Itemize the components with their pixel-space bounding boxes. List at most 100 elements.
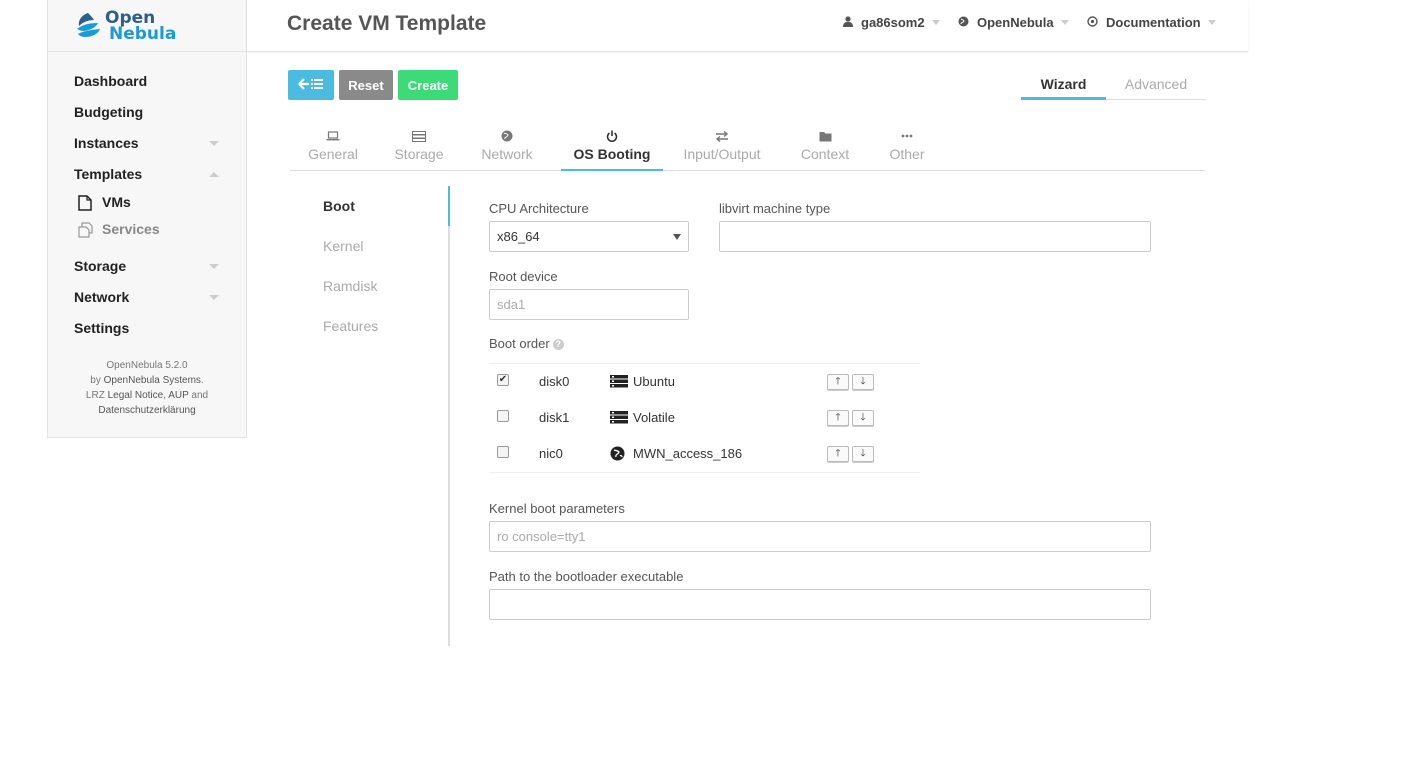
boot-checkbox-disk0[interactable]: ✔ [497, 374, 509, 386]
footer-period: . [200, 375, 204, 386]
sidebar-footer: OpenNebula 5.2.0 by OpenNebula Systems. … [48, 358, 246, 418]
boot-device-name: MWN_access_186 [610, 446, 742, 461]
boot-checkbox-nic0[interactable] [497, 446, 509, 458]
move-up-button[interactable]: 🡑 [827, 446, 849, 462]
top-header: Create VM Template ga86som2 OpenNebula D… [247, 0, 1248, 52]
tab-general[interactable]: General [302, 122, 364, 171]
sidebar: Open Nebula Dashboard Budgeting Instance… [47, 0, 247, 438]
boot-device-name: Ubuntu [610, 374, 675, 389]
tab-network[interactable]: Network [476, 122, 538, 171]
footer-lrz: LRZ [85, 390, 105, 401]
globe-icon [610, 446, 628, 461]
user-menu[interactable]: ga86som2 [843, 15, 940, 30]
globe-icon [958, 16, 969, 30]
storage-icon [390, 128, 448, 144]
page-title: Create VM Template [287, 12, 487, 35]
subnav-kernel[interactable]: Kernel [289, 226, 448, 266]
folder-icon [798, 128, 852, 144]
exchange-icon [680, 128, 764, 144]
tab-wizard[interactable]: Wizard [1021, 76, 1106, 100]
move-up-button[interactable]: 🡑 [827, 410, 849, 426]
reset-button[interactable]: Reset [339, 70, 393, 100]
boot-order-table: ✔ disk0 Ubuntu 🡑 🡓 disk1 Volatile 🡑 🡓 ni… [489, 363, 920, 473]
aup-link[interactable]: AUP [168, 390, 188, 401]
logo[interactable]: Open Nebula [48, 0, 246, 52]
kernel-params-input[interactable]: ro console=tty1 [489, 521, 1151, 552]
tab-context[interactable]: Context [798, 122, 852, 171]
os-booting-subnav: Boot Kernel Ramdisk Features [289, 186, 450, 646]
move-down-button[interactable]: 🡓 [852, 446, 874, 462]
tab-other[interactable]: Other [886, 122, 928, 171]
documentation-menu[interactable]: Documentation [1087, 15, 1216, 30]
boot-device-label: MWN_access_186 [633, 446, 743, 461]
file-icon [76, 194, 94, 212]
tab-label: General [308, 146, 358, 162]
footer-by: by [90, 375, 101, 386]
create-button[interactable]: Create [398, 70, 458, 100]
sidebar-item-dashboard[interactable]: Dashboard [48, 72, 246, 103]
zone-menu[interactable]: OpenNebula [958, 15, 1069, 30]
boot-device-label: Volatile [633, 410, 675, 425]
footer-and: and [191, 390, 209, 401]
storage-icon [610, 411, 628, 424]
sidebar-item-label: Instances [74, 135, 139, 151]
power-icon [561, 128, 663, 144]
chevron-down-icon [209, 264, 219, 269]
help-icon[interactable]: ? [552, 339, 564, 351]
zone-name: OpenNebula [977, 15, 1054, 30]
subnav-features[interactable]: Features [289, 306, 448, 346]
sidebar-subitem-label: VMs [102, 194, 131, 210]
subnav-boot[interactable]: Boot [289, 186, 450, 226]
user-icon [843, 15, 853, 30]
chevron-down-icon [1060, 20, 1069, 25]
sidebar-subitem-services[interactable]: Services [48, 221, 246, 257]
storage-icon [610, 375, 628, 388]
sidebar-item-instances[interactable]: Instances [48, 134, 246, 165]
compass-icon [1087, 15, 1098, 30]
opennebula-systems-link[interactable]: OpenNebula Systems [104, 375, 201, 386]
tab-label: Network [481, 146, 533, 162]
legal-notice-link[interactable]: Legal Notice [108, 390, 164, 401]
bootloader-input[interactable] [489, 589, 1151, 620]
chevron-down-icon [209, 295, 219, 300]
back-to-list-button[interactable] [288, 70, 334, 100]
chevron-down-icon [673, 234, 681, 240]
sidebar-item-budgeting[interactable]: Budgeting [48, 103, 246, 134]
move-down-button[interactable]: 🡓 [852, 374, 874, 390]
boot-order-label-text: Boot order [489, 336, 550, 351]
back-list-icon [298, 77, 324, 94]
move-down-button[interactable]: 🡓 [852, 410, 874, 426]
tab-label: Storage [394, 146, 444, 162]
sidebar-item-label: Templates [74, 166, 143, 182]
sidebar-item-settings[interactable]: Settings [48, 319, 246, 350]
chevron-down-icon [209, 141, 219, 146]
tab-storage[interactable]: Storage [390, 122, 448, 171]
root-device-input[interactable]: sda1 [489, 289, 689, 320]
boot-checkbox-disk1[interactable] [497, 410, 509, 422]
boot-device-id: nic0 [539, 446, 563, 461]
chevron-down-icon [1207, 20, 1216, 25]
sidebar-item-label: Dashboard [74, 73, 148, 89]
subnav-ramdisk[interactable]: Ramdisk [289, 266, 448, 306]
sidebar-item-storage[interactable]: Storage [48, 257, 246, 288]
tab-input-output[interactable]: Input/Output [680, 122, 764, 171]
machine-type-input[interactable] [719, 221, 1151, 252]
cpu-architecture-select[interactable]: x86_64 [489, 221, 689, 252]
sidebar-item-network[interactable]: Network [48, 288, 246, 319]
tab-label: Other [889, 146, 925, 162]
root-device-label: Root device [489, 269, 558, 284]
boot-device-id: disk1 [539, 410, 570, 425]
sidebar-subitem-label: Services [102, 221, 160, 237]
sidebar-item-label: Network [74, 289, 130, 305]
privacy-link[interactable]: Datenschutzerklärung [98, 405, 195, 416]
move-up-button[interactable]: 🡑 [827, 374, 849, 390]
tab-advanced[interactable]: Advanced [1106, 76, 1206, 100]
opennebula-logo-icon [74, 11, 102, 41]
tab-os-booting[interactable]: OS Booting [561, 122, 663, 171]
sidebar-item-templates[interactable]: Templates [48, 165, 246, 194]
version-text: OpenNebula 5.2.0 [106, 360, 188, 371]
chevron-up-icon [209, 172, 219, 177]
sidebar-subitem-vms[interactable]: VMs [48, 194, 246, 221]
boot-order-label: Boot order? [489, 336, 564, 351]
boot-device-id: disk0 [539, 374, 570, 389]
